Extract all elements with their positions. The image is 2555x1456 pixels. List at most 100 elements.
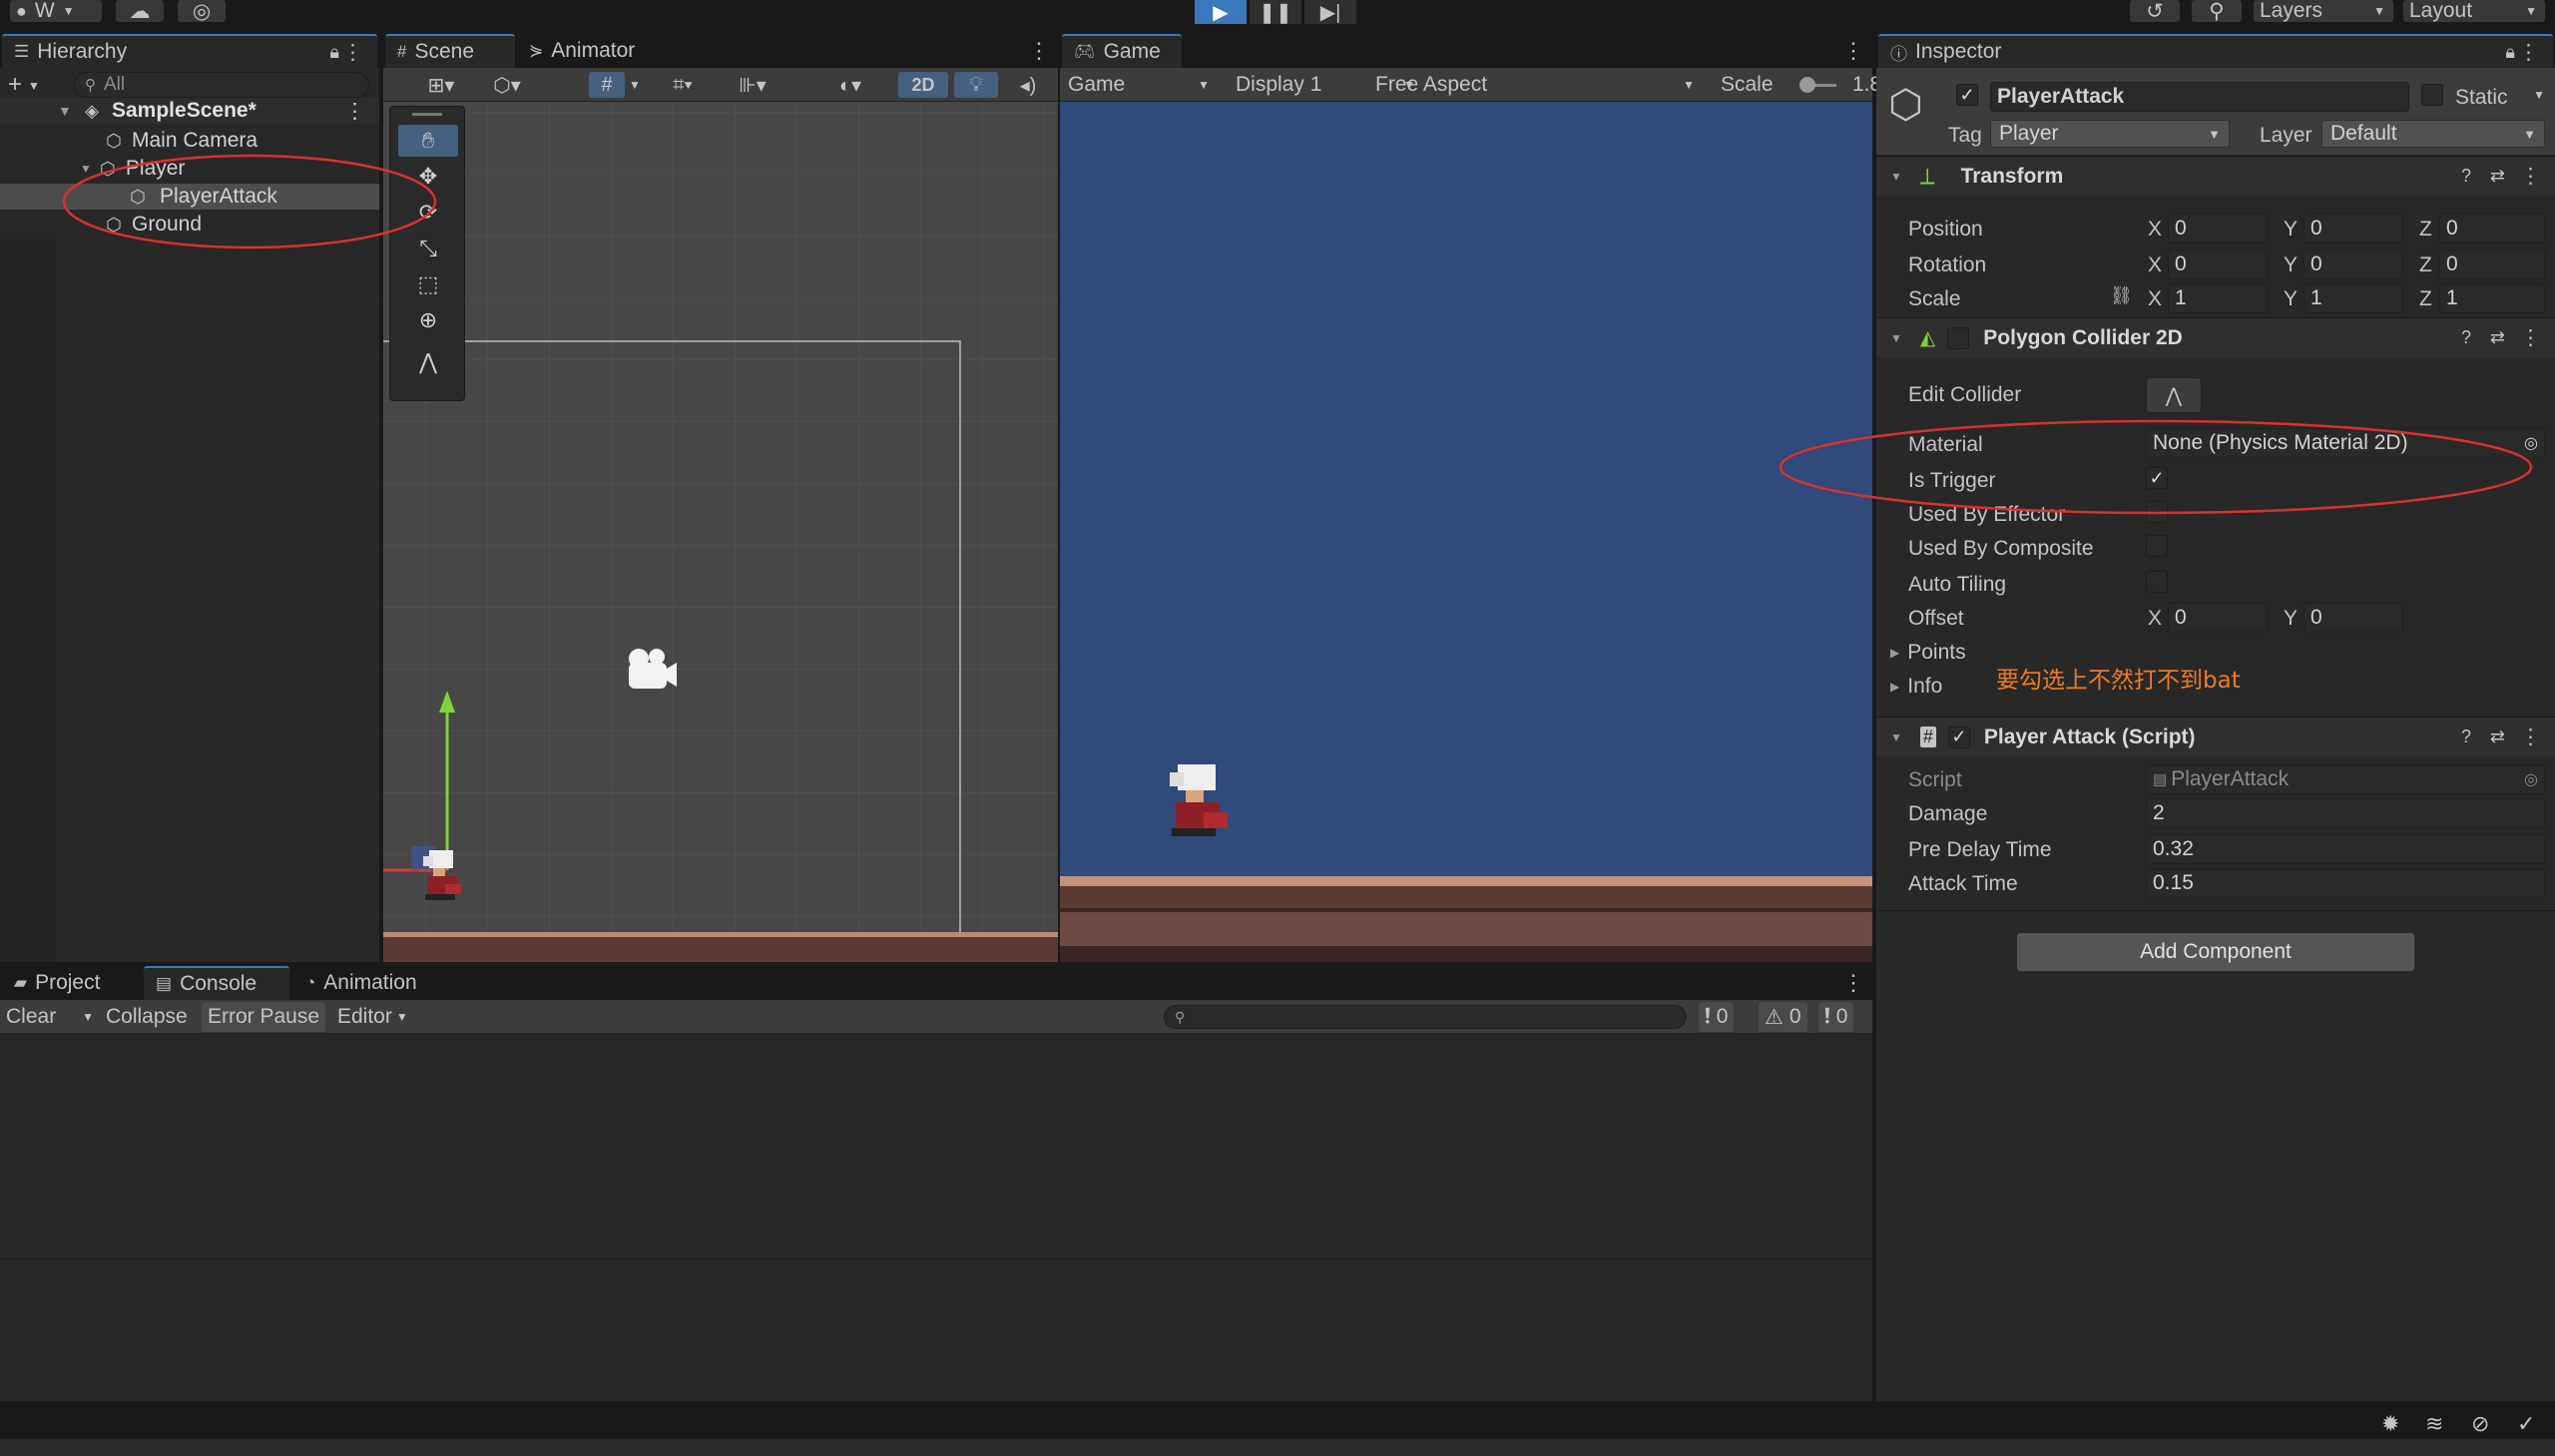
tab-scene[interactable]: # Scene: [385, 34, 515, 68]
warning-filter-button[interactable]: ⚠ 0: [1759, 1002, 1807, 1032]
attack-time-field[interactable]: 0.15: [2146, 868, 2545, 898]
scale-y-field[interactable]: 1: [2303, 283, 2403, 313]
kebab-menu-icon[interactable]: ⋮: [1842, 38, 1864, 64]
help-icon[interactable]: ?: [2461, 166, 2471, 187]
tag-dropdown[interactable]: Player ▼: [1990, 120, 2230, 148]
tab-game[interactable]: 🎮︎ Game: [1062, 34, 1182, 68]
collapse-button[interactable]: Collapse: [100, 1000, 194, 1034]
chevron-down-icon[interactable]: ▼: [82, 1010, 94, 1024]
rect-tool-button[interactable]: ⬚: [398, 268, 458, 300]
step-button[interactable]: ▶|: [1304, 0, 1356, 24]
collider-enabled-checkbox[interactable]: [1947, 326, 1970, 349]
console-detail-area[interactable]: [0, 1261, 1872, 1401]
error-pause-button[interactable]: Error Pause: [202, 1002, 326, 1032]
pause-button[interactable]: ❚❚: [1250, 0, 1301, 24]
add-component-button[interactable]: Add Component: [2016, 932, 2415, 972]
tab-hierarchy[interactable]: ☰ Hierarchy 🔒︎ ⋮: [2, 34, 377, 68]
rotate-tool-button[interactable]: ⟳: [398, 197, 458, 229]
audio-button[interactable]: ◂): [1008, 72, 1048, 98]
pre-delay-time-field[interactable]: 0.32: [2146, 834, 2545, 864]
chevron-down-icon[interactable]: ▼: [2533, 88, 2545, 102]
tab-console[interactable]: ▤ Console: [144, 966, 289, 1000]
kebab-menu-icon[interactable]: ⋮: [2520, 325, 2541, 350]
collab-button[interactable]: ◎: [178, 0, 226, 23]
aspect-dropdown[interactable]: Free Aspect ▼: [1375, 68, 1705, 102]
is-trigger-checkbox[interactable]: ✓: [2146, 467, 2168, 489]
custom-tool-button[interactable]: ⋀: [398, 346, 458, 378]
presets-icon[interactable]: ⇄: [2490, 727, 2505, 747]
error-filter-button[interactable]: ❗︎ 0: [1818, 1002, 1854, 1032]
kebab-menu-icon[interactable]: ⋮: [1028, 38, 1050, 64]
log-filter-button[interactable]: ❗︎ 0: [1699, 1002, 1735, 1032]
status-check-icon[interactable]: ✓: [2517, 1411, 2535, 1437]
hand-tool-button[interactable]: ✋︎: [398, 125, 458, 157]
cloud-button[interactable]: ☁: [116, 0, 164, 23]
rotation-z-field[interactable]: 0: [2439, 249, 2545, 279]
layout-dropdown[interactable]: Layout ▼: [2403, 0, 2545, 22]
cache-icon[interactable]: ≋: [2425, 1411, 2443, 1437]
material-field[interactable]: None (Physics Material 2D) ◎: [2146, 428, 2545, 458]
play-button[interactable]: ▶: [1195, 0, 1247, 24]
offset-x-field[interactable]: 0: [2168, 603, 2268, 633]
render-mode-button[interactable]: ◐▾: [822, 72, 878, 98]
object-picker-icon[interactable]: ◎: [2524, 433, 2538, 453]
game-view-dropdown[interactable]: Game ▼: [1068, 68, 1218, 102]
offset-y-field[interactable]: 0: [2303, 603, 2403, 633]
move-tool-button[interactable]: ✥: [398, 161, 458, 193]
object-name-input[interactable]: PlayerAttack: [1990, 82, 2409, 112]
help-icon[interactable]: ?: [2461, 327, 2471, 348]
info-foldout[interactable]: ▶ Info: [1890, 675, 1942, 699]
player-attack-header[interactable]: ▼ # ✓ Player Attack (Script) ? ⇄ ⋮: [1876, 717, 2555, 756]
tab-project[interactable]: ▰ Project: [2, 966, 142, 1000]
scale-tool-button[interactable]: ⤡: [398, 233, 458, 264]
hierarchy-search-input[interactable]: ⚲ All: [74, 72, 369, 98]
static-checkbox[interactable]: [2421, 84, 2443, 106]
scene-row[interactable]: ▼ ◈ SampleScene* ⋮: [0, 98, 379, 124]
presets-icon[interactable]: ⇄: [2490, 327, 2505, 348]
hierarchy-item-player[interactable]: ▼ ⬡ Player: [80, 156, 185, 182]
hierarchy-item-playerattack[interactable]: ⬡ PlayerAttack: [0, 184, 379, 210]
used-by-composite-checkbox[interactable]: [2146, 535, 2168, 557]
help-icon[interactable]: ?: [2461, 727, 2471, 747]
rotation-x-field[interactable]: 0: [2168, 249, 2268, 279]
link-icon[interactable]: ⛓: [2110, 285, 2133, 306]
editor-dropdown[interactable]: Editor ▼: [331, 1000, 414, 1034]
history-button[interactable]: ↺: [2130, 0, 2180, 23]
damage-field[interactable]: 2: [2146, 798, 2545, 828]
tab-animation[interactable]: ◔ Animation: [293, 966, 463, 1000]
increment-snap-button[interactable]: ⊪▾: [725, 72, 780, 98]
scene-viewport[interactable]: ✋︎ ✥ ⟳ ⤡ ⬚ ⊕ ⋀: [383, 102, 1058, 962]
account-button[interactable]: ● W ▼: [10, 0, 102, 22]
scale-slider-thumb[interactable]: [1799, 77, 1816, 93]
grid-snap-dropdown[interactable]: ▼: [625, 72, 645, 98]
clear-button[interactable]: Clear ▼: [6, 1000, 94, 1034]
script-enabled-checkbox[interactable]: ✓: [1947, 726, 1970, 748]
create-button[interactable]: + ▼: [8, 71, 54, 98]
polygon-collider-header[interactable]: ▼ ◭ Polygon Collider 2D ? ⇄ ⋮: [1876, 317, 2555, 357]
position-y-field[interactable]: 0: [2303, 214, 2403, 243]
tab-animator[interactable]: ⋟ Animator: [517, 34, 667, 68]
edit-collider-button[interactable]: ⋀: [2146, 377, 2202, 413]
scale-x-field[interactable]: 1: [2168, 283, 2268, 313]
scale-z-field[interactable]: 1: [2439, 283, 2545, 313]
position-z-field[interactable]: 0: [2439, 214, 2545, 243]
active-checkbox[interactable]: ✓: [1956, 84, 1978, 106]
kebab-menu-icon[interactable]: ⋮: [2520, 725, 2541, 749]
tab-inspector[interactable]: ⓘ Inspector 🔒︎ ⋮: [1878, 34, 2553, 68]
view-tool-button[interactable]: ⊞▾: [413, 72, 469, 98]
lock-icon[interactable]: 🔒︎: [2505, 42, 2515, 63]
network-icon[interactable]: ⊘: [2471, 1411, 2489, 1437]
lock-icon[interactable]: 🔒︎: [329, 42, 339, 63]
grid-settings-button[interactable]: ⌗▾: [655, 72, 711, 98]
grid-snap-button[interactable]: #: [589, 72, 625, 98]
transform-header[interactable]: ▼ ⟂ Transform ? ⇄ ⋮: [1876, 156, 2555, 196]
game-viewport[interactable]: [1060, 102, 1872, 962]
kebab-menu-icon[interactable]: ⋮: [2518, 40, 2539, 65]
hierarchy-item-main-camera[interactable]: ⬡ Main Camera: [104, 128, 257, 154]
drag-handle[interactable]: [412, 113, 442, 116]
kebab-menu-icon[interactable]: ⋮: [2520, 164, 2541, 189]
kebab-menu-icon[interactable]: ⋮: [342, 40, 363, 65]
console-search-input[interactable]: ⚲: [1164, 1005, 1687, 1029]
presets-icon[interactable]: ⇄: [2490, 166, 2505, 187]
layer-dropdown[interactable]: Default ▼: [2321, 120, 2545, 148]
